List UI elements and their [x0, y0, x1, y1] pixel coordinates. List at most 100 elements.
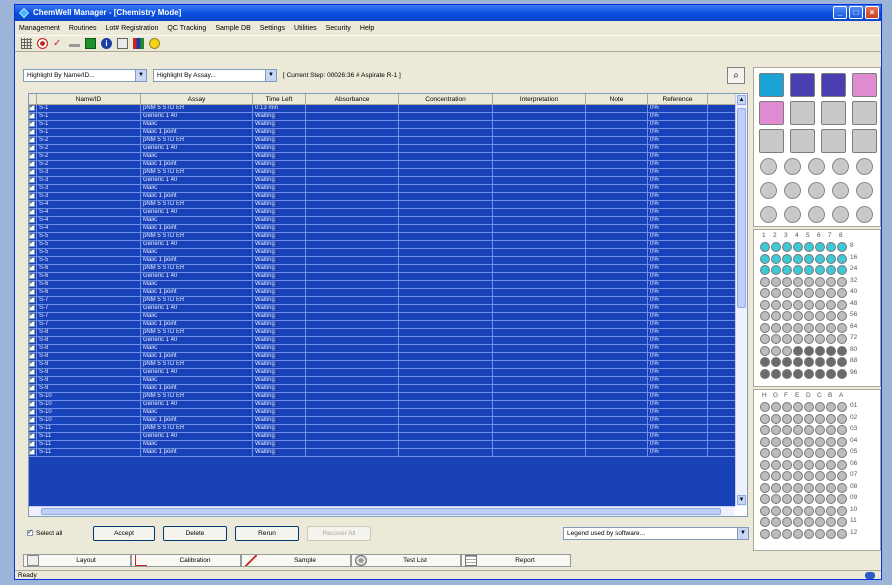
reagent-bottle[interactable] [852, 101, 877, 125]
table-row[interactable]: S-9Generic 1 40Waiting 0% [29, 369, 735, 377]
plate-well[interactable] [804, 265, 814, 275]
recover-all-button[interactable]: Recover All [307, 525, 371, 541]
plate-well[interactable] [826, 242, 836, 252]
plate-well[interactable] [815, 265, 825, 275]
plate-well[interactable] [760, 276, 770, 287]
plate-well[interactable] [826, 505, 836, 516]
plate-well[interactable] [760, 528, 770, 539]
row-checkbox[interactable] [29, 361, 37, 368]
table-row[interactable]: S-3Malic 1 pointWaiting 0% [29, 193, 735, 201]
plate-well[interactable] [782, 299, 792, 310]
plate-well[interactable] [760, 517, 770, 527]
table-row[interactable]: S-1pNM 5 STD ER0:13 min 0% [29, 105, 735, 113]
plate-well[interactable] [782, 402, 792, 412]
checkbox-checked-icon[interactable] [29, 281, 35, 287]
table-row[interactable]: S-4Generic 1 40Waiting 0% [29, 209, 735, 217]
col-header-interpretation[interactable]: Interpretation [493, 94, 586, 104]
row-checkbox[interactable] [29, 281, 37, 288]
dropdown-arrow-icon[interactable]: ▼ [265, 69, 276, 81]
plate-well[interactable] [804, 413, 814, 424]
row-checkbox[interactable] [29, 313, 37, 320]
plate-well[interactable] [793, 299, 803, 310]
checkbox-checked-icon[interactable] [29, 233, 35, 239]
row-checkbox[interactable] [29, 265, 37, 272]
plate-well[interactable] [760, 368, 770, 379]
plate-well[interactable] [793, 425, 803, 435]
plate-well[interactable] [815, 413, 825, 424]
plate-well[interactable] [771, 517, 781, 527]
plate-well[interactable] [815, 357, 825, 367]
rerun-button[interactable]: Rerun [235, 525, 299, 541]
table-row[interactable]: S-4pNM 5 STD ERWaiting 0% [29, 201, 735, 209]
plate-well[interactable] [793, 482, 803, 493]
menu-lot-registration[interactable]: Lot# Registration [106, 25, 159, 32]
plate-well[interactable] [760, 299, 770, 310]
checkbox-checked-icon[interactable] [29, 449, 35, 455]
row-checkbox[interactable] [29, 449, 37, 456]
plate-well[interactable] [837, 299, 847, 310]
scroll-thumb[interactable] [737, 108, 746, 308]
plate-well[interactable] [804, 368, 814, 379]
plate-well[interactable] [782, 413, 792, 424]
plate-well[interactable] [760, 265, 770, 275]
checkbox-checked-icon[interactable] [29, 417, 35, 423]
plate-well[interactable] [804, 276, 814, 287]
reagent-cup[interactable] [856, 182, 873, 199]
row-checkbox[interactable] [29, 401, 37, 408]
checkbox-checked-icon[interactable] [29, 329, 35, 335]
row-checkbox[interactable] [29, 177, 37, 184]
col-header-note[interactable]: Note [586, 94, 648, 104]
reagent-cup[interactable] [784, 206, 801, 223]
reagent-cup[interactable] [856, 158, 873, 175]
plate-well[interactable] [837, 345, 847, 356]
menu-security[interactable]: Security [326, 25, 351, 32]
row-checkbox[interactable] [29, 321, 37, 328]
checkbox-checked-icon[interactable] [29, 385, 35, 391]
plate-well[interactable] [826, 345, 836, 356]
plate-well[interactable] [837, 311, 847, 321]
table-row[interactable]: S-6Generic 1 40Waiting 0% [29, 273, 735, 281]
checkbox-checked-icon[interactable] [29, 257, 35, 263]
row-checkbox[interactable] [29, 353, 37, 360]
plate-well[interactable] [793, 242, 803, 252]
checkbox-checked-icon[interactable] [29, 241, 35, 247]
accept-button[interactable]: Accept [93, 525, 155, 541]
row-checkbox[interactable] [29, 297, 37, 304]
plate-well[interactable] [771, 459, 781, 470]
plate-well[interactable] [815, 517, 825, 527]
checkbox-checked-icon[interactable] [29, 345, 35, 351]
plate-well[interactable] [760, 413, 770, 424]
checkbox-checked-icon[interactable] [29, 161, 35, 167]
checkbox-checked-icon[interactable] [29, 249, 35, 255]
plate-well[interactable] [793, 288, 803, 298]
checkbox-checked-icon[interactable] [29, 217, 35, 223]
plate-well[interactable] [815, 459, 825, 470]
close-button[interactable]: × [865, 6, 879, 19]
row-checkbox[interactable] [29, 369, 37, 376]
checkbox-checked-icon[interactable] [29, 169, 35, 175]
plate-well[interactable] [826, 334, 836, 344]
plate-well[interactable] [826, 517, 836, 527]
tab-test-list[interactable]: Test List [351, 554, 461, 567]
checkbox-checked-icon[interactable] [29, 377, 35, 383]
plate-well[interactable] [826, 402, 836, 412]
col-header-concentration[interactable]: Concentration [399, 94, 493, 104]
row-checkbox[interactable] [29, 161, 37, 168]
row-checkbox[interactable] [29, 209, 37, 216]
plate-well[interactable] [793, 459, 803, 470]
plate-well[interactable] [826, 413, 836, 424]
plate-well[interactable] [804, 288, 814, 298]
plate-well[interactable] [782, 242, 792, 252]
smiley-icon[interactable] [149, 38, 160, 49]
checkbox-checked-icon[interactable] [29, 177, 35, 183]
plate-well[interactable] [771, 242, 781, 252]
tab-calibration[interactable]: Calibration [131, 554, 241, 567]
reagent-bottle[interactable] [852, 129, 877, 153]
plate-well[interactable] [782, 276, 792, 287]
plate-well[interactable] [793, 528, 803, 539]
row-checkbox[interactable] [29, 113, 37, 120]
legend-combo[interactable]: Legend used by software... ▼ [563, 526, 749, 540]
checkbox-checked-icon[interactable] [29, 305, 35, 311]
checkbox-checked-icon[interactable] [29, 369, 35, 375]
checkbox-checked-icon[interactable] [29, 409, 35, 415]
